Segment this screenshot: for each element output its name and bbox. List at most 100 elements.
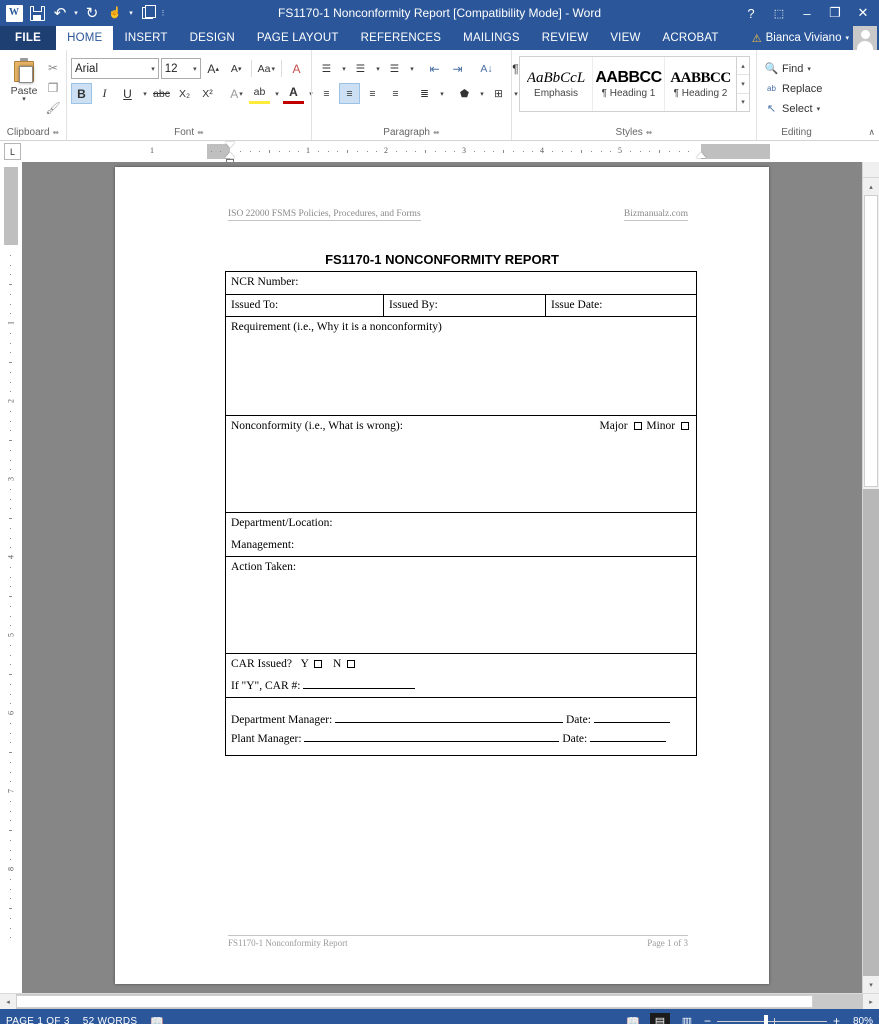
- zoom-slider[interactable]: − +: [704, 1014, 840, 1024]
- styles-dialog-launcher[interactable]: ⬌: [646, 128, 653, 137]
- shrink-font-icon[interactable]: A ▾: [226, 58, 247, 79]
- style-heading-2[interactable]: AABBCC ¶ Heading 2: [664, 57, 736, 111]
- align-right-button[interactable]: ≡: [362, 83, 383, 104]
- zoom-out-button[interactable]: −: [704, 1014, 711, 1024]
- proofing-errors-icon[interactable]: 📖: [150, 1015, 164, 1024]
- redo-icon[interactable]: ↻: [81, 2, 103, 24]
- styles-scroll-up-icon[interactable]: ▴: [737, 57, 749, 74]
- web-layout-button[interactable]: ▥: [677, 1013, 697, 1024]
- save-icon[interactable]: [26, 2, 48, 24]
- font-size-caret-icon[interactable]: ▾: [193, 65, 197, 73]
- style-emphasis[interactable]: AaBbCcL Emphasis: [520, 57, 592, 111]
- horizontal-scroll-thumb[interactable]: [16, 995, 813, 1008]
- line-spacing-icon[interactable]: ≣: [414, 83, 435, 104]
- zoom-track[interactable]: [716, 1014, 827, 1024]
- department-manager-date-field[interactable]: [593, 722, 670, 724]
- cell-issued-to[interactable]: Issued To:: [225, 293, 384, 318]
- highlight-caret-icon[interactable]: ▾: [272, 83, 281, 104]
- font-name-caret-icon[interactable]: ▾: [151, 65, 155, 73]
- subscript-button[interactable]: X₂: [174, 83, 195, 104]
- line-spacing-caret-icon[interactable]: ▾: [437, 83, 446, 104]
- clear-formatting-icon[interactable]: A: [286, 58, 307, 79]
- avatar[interactable]: [853, 26, 877, 50]
- tab-file[interactable]: FILE: [0, 26, 57, 50]
- underline-button[interactable]: U: [117, 83, 138, 104]
- numbering-caret-icon[interactable]: ▾: [373, 58, 382, 79]
- increase-indent-icon[interactable]: ⇥: [447, 58, 468, 79]
- superscript-button[interactable]: X²: [197, 83, 218, 104]
- text-effects-icon[interactable]: A ▾: [226, 83, 247, 104]
- cell-requirement[interactable]: Requirement (i.e., Why it is a nonconfor…: [225, 316, 697, 417]
- paste-button[interactable]: Paste ▾: [4, 55, 44, 123]
- find-caret-icon[interactable]: ▾: [807, 65, 811, 73]
- underline-caret-icon[interactable]: ▾: [140, 83, 149, 104]
- multilevel-list-icon[interactable]: ☰: [384, 58, 405, 79]
- touch-mode-icon[interactable]: ☝: [104, 2, 126, 24]
- paragraph-dialog-launcher[interactable]: ⬌: [433, 128, 440, 137]
- department-manager-field[interactable]: [335, 722, 564, 724]
- vertical-ruler[interactable]: 1 2 3 4 5 6 7 8: [0, 162, 22, 993]
- italic-button[interactable]: I: [94, 83, 115, 104]
- justify-button[interactable]: ≡: [385, 83, 406, 104]
- major-checkbox[interactable]: [633, 421, 642, 430]
- ribbon-display-options-button[interactable]: ⬚: [765, 0, 793, 26]
- minor-checkbox[interactable]: [681, 421, 689, 430]
- tab-design[interactable]: DESIGN: [179, 26, 246, 50]
- clipboard-dialog-launcher[interactable]: ⬌: [53, 128, 60, 137]
- zoom-thumb[interactable]: [763, 1014, 768, 1024]
- tab-acrobat[interactable]: ACROBAT: [652, 26, 730, 50]
- font-name-input[interactable]: Arial ▾: [71, 58, 159, 79]
- cell-car-issued[interactable]: CAR Issued? Y N: [225, 653, 697, 676]
- undo-caret-icon[interactable]: ▾: [72, 9, 80, 17]
- paste-caret-icon[interactable]: ▾: [22, 96, 26, 103]
- strikethrough-button[interactable]: abc: [151, 83, 172, 104]
- horizontal-scrollbar[interactable]: ◂ ▸: [0, 993, 879, 1009]
- cell-action-taken[interactable]: Action Taken:: [225, 556, 697, 655]
- styles-more-icon[interactable]: ▾: [737, 92, 749, 111]
- font-size-input[interactable]: 12 ▾: [160, 58, 201, 79]
- indent-marker[interactable]: [225, 152, 235, 158]
- style-heading-1[interactable]: AABBCC ¶ Heading 1: [592, 57, 664, 111]
- car-no-checkbox[interactable]: [347, 659, 356, 668]
- touch-mode-caret-icon[interactable]: ▾: [127, 9, 135, 17]
- copy-icon[interactable]: [136, 2, 158, 24]
- align-center-button[interactable]: ≡: [339, 83, 360, 104]
- nonconformity-form-table[interactable]: NCR Number: Issued To: Issued By: Issue …: [225, 271, 697, 757]
- scroll-right-button[interactable]: ▸: [863, 994, 879, 1009]
- car-yes-checkbox[interactable]: [314, 659, 323, 668]
- borders-icon[interactable]: ⊞: [488, 83, 509, 104]
- read-mode-button[interactable]: 📖: [623, 1013, 643, 1024]
- scroll-left-button[interactable]: ◂: [0, 994, 16, 1009]
- horizontal-ruler[interactable]: 1 1 2 3 4 5: [150, 142, 770, 164]
- tab-mailings[interactable]: MAILINGS: [452, 26, 531, 50]
- zoom-level[interactable]: 80%: [847, 1016, 873, 1024]
- scroll-down-button[interactable]: ▾: [863, 976, 879, 993]
- format-painter-icon[interactable]: 🖌: [44, 99, 62, 116]
- font-dialog-launcher[interactable]: ⬌: [197, 128, 204, 137]
- cell-nonconformity[interactable]: Nonconformity (i.e., What is wrong): Maj…: [225, 415, 697, 514]
- customize-quick-access-icon[interactable]: ⋮: [159, 9, 167, 17]
- select-caret-icon[interactable]: ▾: [817, 105, 821, 113]
- document-area[interactable]: ISO 22000 FSMS Policies, Procedures, and…: [22, 162, 862, 993]
- word-count[interactable]: 52 WORDS: [83, 1016, 138, 1024]
- cell-signatures[interactable]: Department Manager: Date: Plant Manager:…: [225, 697, 697, 757]
- page-indicator[interactable]: PAGE 1 OF 3: [6, 1016, 70, 1024]
- cell-car-number[interactable]: If "Y", CAR #:: [225, 675, 697, 699]
- restore-button[interactable]: ❐: [821, 0, 849, 26]
- shading-icon[interactable]: ⬟: [454, 83, 475, 104]
- print-layout-button[interactable]: ▤: [649, 1012, 670, 1024]
- document-page[interactable]: ISO 22000 FSMS Policies, Procedures, and…: [115, 167, 769, 984]
- collapse-ribbon-icon[interactable]: ∧: [868, 127, 875, 138]
- severity-checkboxes[interactable]: Major Minor: [600, 419, 691, 435]
- car-number-field[interactable]: [303, 687, 416, 689]
- align-left-button[interactable]: ≡: [316, 83, 337, 104]
- word-logo-icon[interactable]: W: [3, 2, 25, 24]
- plant-manager-field[interactable]: [304, 740, 560, 742]
- split-bar[interactable]: [863, 162, 879, 178]
- cell-department-location[interactable]: Department/Location:: [225, 512, 697, 535]
- bullets-caret-icon[interactable]: ▾: [339, 58, 348, 79]
- sort-icon[interactable]: A↓: [476, 58, 497, 79]
- tab-view[interactable]: VIEW: [599, 26, 651, 50]
- bullets-icon[interactable]: ☰: [316, 58, 337, 79]
- tab-references[interactable]: REFERENCES: [350, 26, 453, 50]
